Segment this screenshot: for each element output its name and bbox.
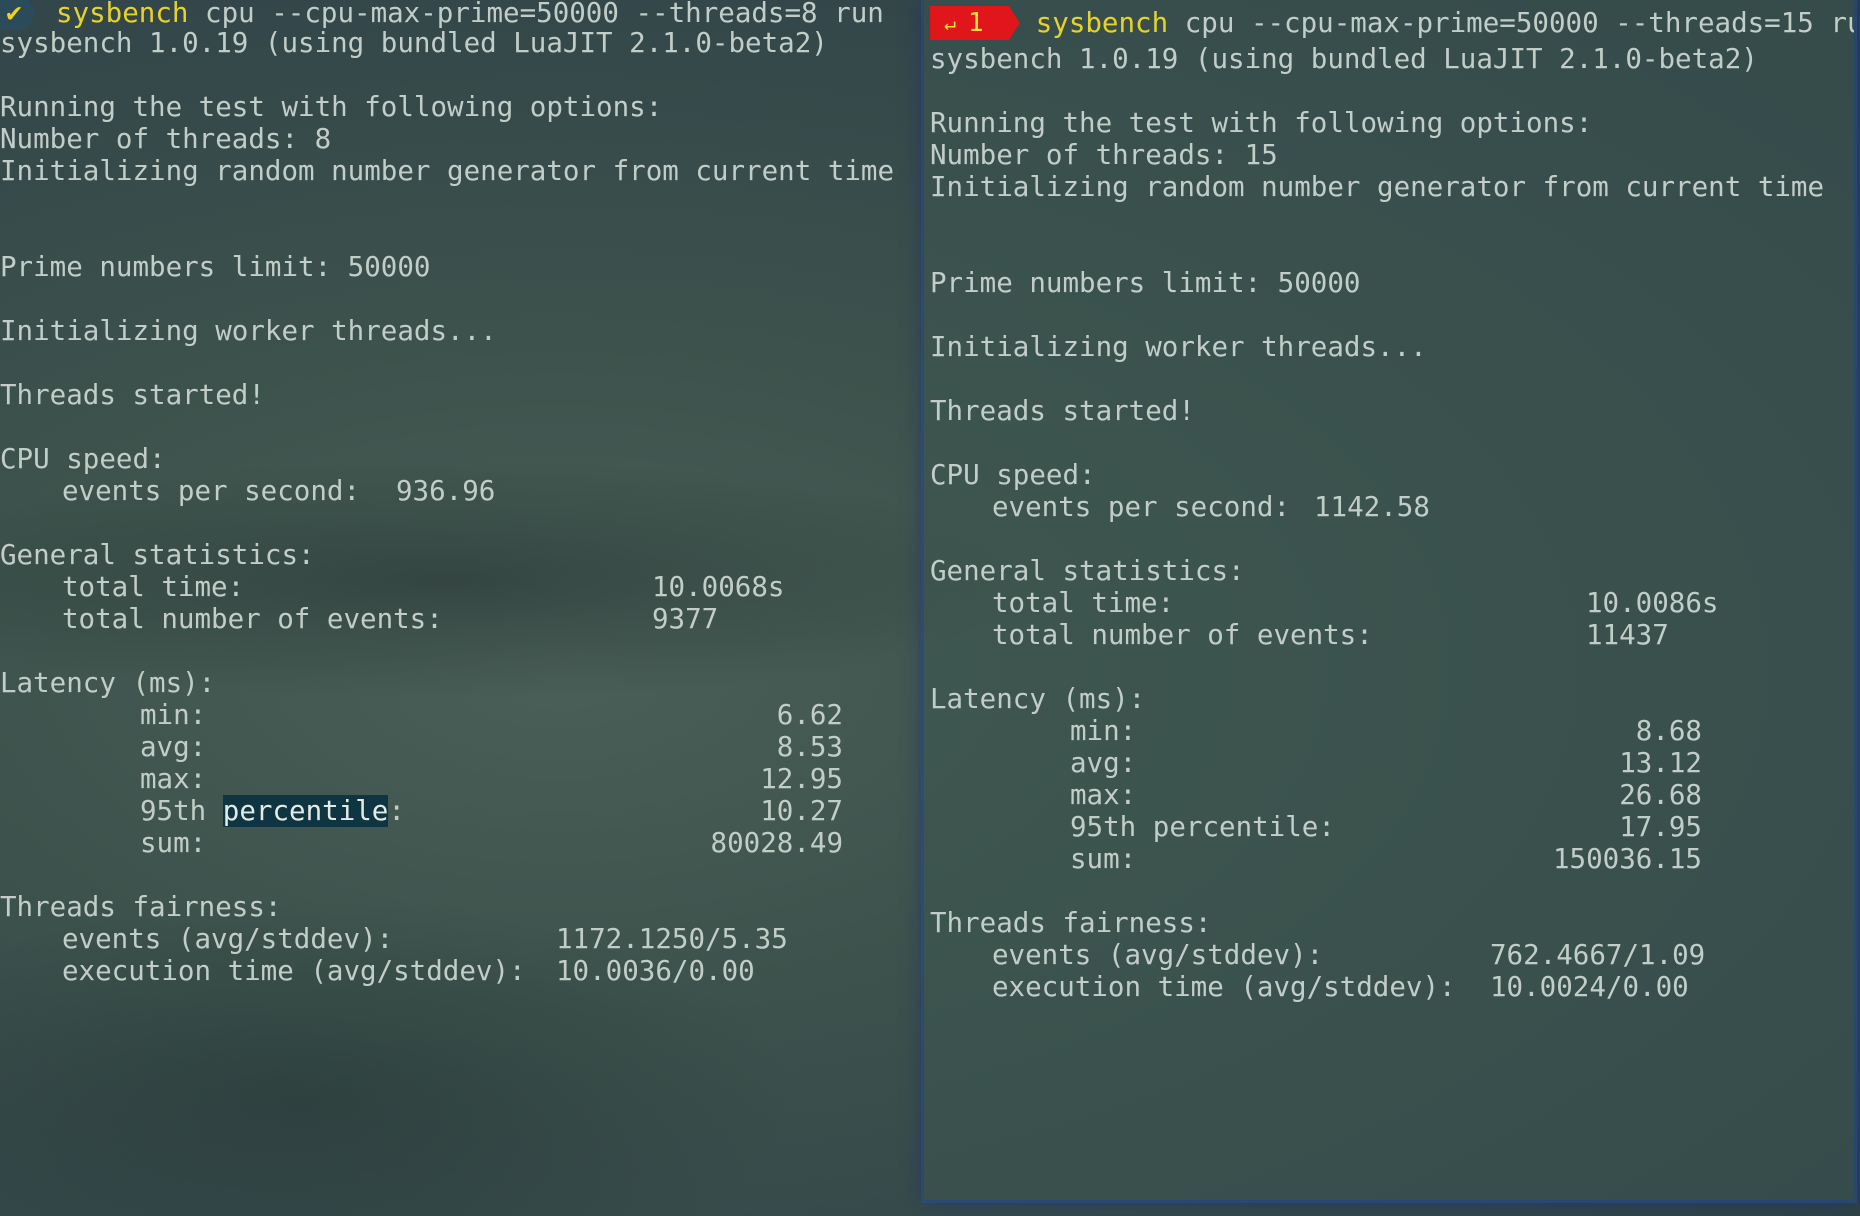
command-name: sysbench xyxy=(1035,7,1169,39)
output-total-events-value: 11437 xyxy=(1586,619,1669,651)
command-args: cpu --cpu-max-prime=50000 --threads=15 r… xyxy=(1168,7,1854,39)
output-started: Threads started! xyxy=(930,395,1195,427)
output-started: Threads started! xyxy=(0,379,265,411)
return-arrow-icon: ↵ xyxy=(944,11,957,35)
output-prime: Prime numbers limit: 50000 xyxy=(930,267,1361,299)
output-eps-label: events per second: xyxy=(62,475,361,507)
output-prime: Prime numbers limit: 50000 xyxy=(0,251,431,283)
output-exec-label: execution time (avg/stddev): xyxy=(62,955,526,987)
output-version: sysbench 1.0.19 (using bundled LuaJIT 2.… xyxy=(0,27,828,59)
output-exec-value: 10.0036/0.00 xyxy=(556,955,755,987)
output-eps-value: 936.96 xyxy=(396,475,496,507)
p95-suffix: : xyxy=(388,795,405,827)
selected-text[interactable]: percentile xyxy=(222,795,389,827)
output-exec-value: 10.0024/0.00 xyxy=(1490,971,1689,1003)
exit-code: 1 xyxy=(968,8,984,38)
output-init-rng: Initializing random number generator fro… xyxy=(0,155,895,187)
output-total-events-label: total number of events: xyxy=(62,603,443,635)
output-eps-value: 1142.58 xyxy=(1314,491,1430,523)
output-exec-label: execution time (avg/stddev): xyxy=(992,971,1456,1003)
prompt-line: ↵ 1 sysbench cpu --cpu-max-prime=50000 -… xyxy=(930,2,1854,44)
output-sum-label: sum: xyxy=(140,827,207,859)
p95-prefix: 95th xyxy=(140,795,223,827)
status-badge-error: ↵ 1 xyxy=(930,6,1020,40)
output-sum-label: sum: xyxy=(1070,843,1137,875)
output-total-events-label: total number of events: xyxy=(992,619,1373,651)
output-version: sysbench 1.0.19 (using bundled LuaJIT 2.… xyxy=(930,43,1758,75)
output-init-workers: Initializing worker threads... xyxy=(0,315,497,347)
output-init-rng: Initializing random number generator fro… xyxy=(930,171,1825,203)
terminal-pane-left[interactable]: ✔ sysbench cpu --cpu-max-prime=50000 --t… xyxy=(0,0,918,1216)
output-total-events-value: 9377 xyxy=(652,603,719,635)
output-init-workers: Initializing worker threads... xyxy=(930,331,1427,363)
output-eps-label: events per second: xyxy=(992,491,1291,523)
terminal-pane-right[interactable]: ↵ 1 sysbench cpu --cpu-max-prime=50000 -… xyxy=(924,0,1854,1200)
output-sum-value: 80028.49 xyxy=(710,827,843,859)
output-sum-value: 150036.15 xyxy=(1552,843,1702,875)
